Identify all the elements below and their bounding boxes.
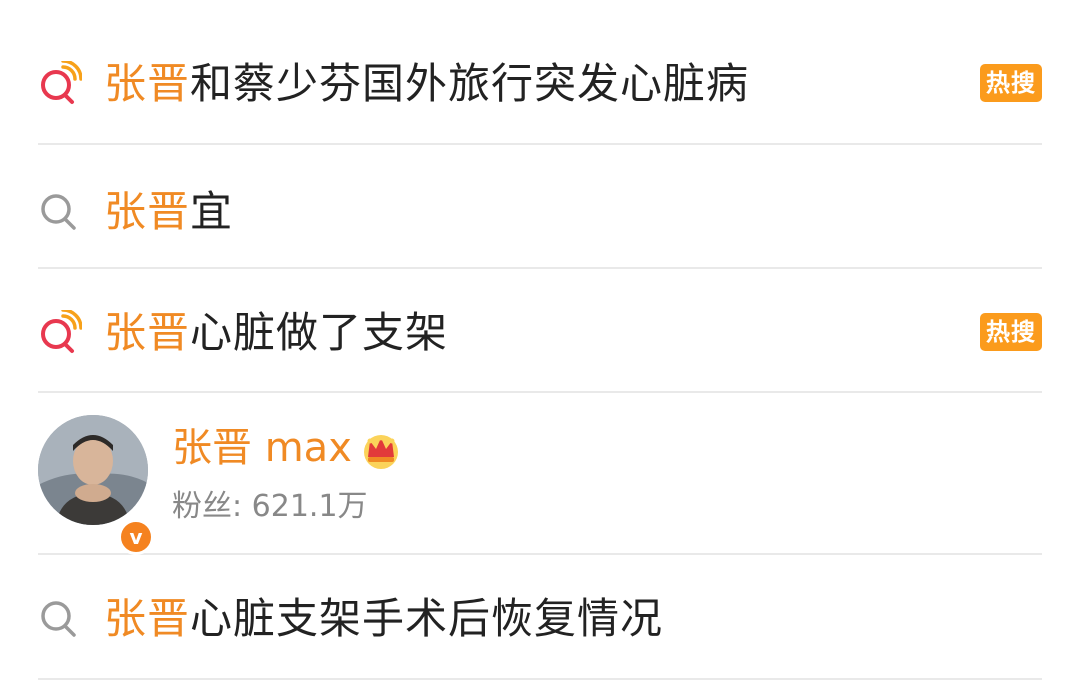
suggestion-item-2[interactable]: 张晋心脏做了支架 热搜 (38, 269, 1042, 393)
keyword-highlight: 张晋 (104, 308, 191, 357)
hot-badge: 热搜 (980, 64, 1042, 102)
keyword-highlight: 张晋 (104, 59, 191, 108)
fans-count: 粉丝: 621.1万 (172, 487, 368, 527)
keyword-highlight: 张晋 (104, 594, 191, 643)
fans-label: 粉丝: (172, 489, 252, 524)
user-name-text: 张晋 max (172, 425, 352, 471)
search-suggestion-list: 张晋和蔡少芬国外旅行突发心脏病 热搜 张晋宜 张晋心脏做了支架 热搜 v 张晋 … (0, 0, 1080, 684)
vip-crown-icon (363, 435, 398, 469)
user-name: 张晋 max (172, 423, 402, 473)
suggestion-rest: 心脏支架手术后恢复情况 (190, 594, 664, 643)
suggestion-item-3[interactable]: 张晋心脏支架手术后恢复情况 (38, 555, 1042, 680)
avatar[interactable]: v (38, 415, 154, 555)
fans-value: 621.1万 (251, 489, 368, 524)
suggestion-text: 张晋和蔡少芬国外旅行突发心脏病 (104, 59, 749, 109)
suggestion-rest: 宜 (190, 187, 234, 236)
hot-search-icon (41, 61, 82, 104)
search-icon (41, 601, 76, 637)
suggestion-text: 张晋宜 (104, 187, 233, 237)
suggestion-text: 张晋心脏支架手术后恢复情况 (104, 594, 663, 644)
search-icon (41, 194, 76, 230)
suggestion-item-0[interactable]: 张晋和蔡少芬国外旅行突发心脏病 热搜 (38, 20, 1042, 145)
hot-search-icon (41, 310, 82, 353)
avatar-photo-icon (38, 415, 148, 525)
hot-badge: 热搜 (980, 313, 1042, 351)
suggestion-rest: 和蔡少芬国外旅行突发心脏病 (190, 59, 750, 108)
keyword-highlight: 张晋 (104, 187, 191, 236)
verified-badge: v (118, 519, 154, 555)
user-result-item[interactable]: v 张晋 max 粉丝: 621.1万 (38, 393, 1042, 555)
suggestion-rest: 心脏做了支架 (190, 308, 449, 357)
avatar-image (38, 415, 148, 525)
suggestion-text: 张晋心脏做了支架 (104, 308, 448, 358)
suggestion-item-1[interactable]: 张晋宜 (38, 145, 1042, 269)
